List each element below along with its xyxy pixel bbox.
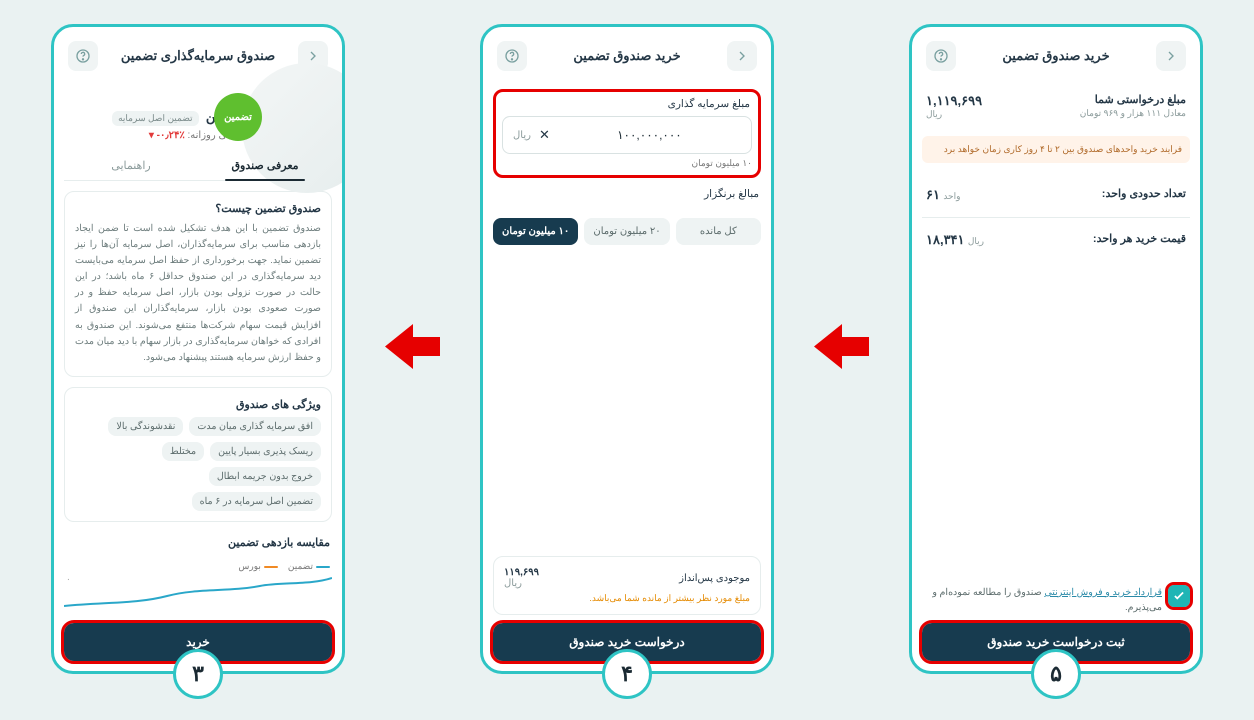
agreement-row: قرارداد خرید و فروش اینترنتی صندوق را مط…	[922, 585, 1190, 615]
step-badge-5: ۵	[1031, 649, 1081, 699]
legend-label: بورس	[238, 561, 261, 572]
approx-units-row: تعداد حدودی واحد: ۶۱ واحد	[922, 177, 1190, 213]
back-icon[interactable]	[727, 41, 757, 71]
step-badge-4: ۴	[602, 649, 652, 699]
preferred-amounts-label: مبالغ برنگزار	[495, 188, 759, 200]
preset-10m[interactable]: ۱۰ میلیون تومان	[493, 218, 578, 245]
agreement-checkbox[interactable]	[1168, 585, 1190, 607]
help-icon[interactable]	[497, 41, 527, 71]
fund-logo-badge: تضمین	[214, 93, 262, 141]
sparkline-icon	[64, 576, 332, 612]
fund-hero: تضمین	[64, 83, 332, 105]
requested-amount-row: مبلغ درخواستی شما معادل ۱۱۱ هزار و ۹۶۹ ت…	[922, 83, 1190, 130]
approx-units-value: ۶۱	[926, 187, 940, 202]
what-is-title: صندوق تضمین چیست؟	[75, 202, 321, 215]
legend-swatch	[316, 566, 330, 568]
legend-item-b: بورس	[238, 561, 278, 572]
requested-amount-value: ۱,۱۱۹,۶۹۹	[926, 93, 982, 108]
balance-card: موجودی پس‌انداز ۱۱۹,۶۹۹ ریال مبلغ مورد ن…	[493, 556, 761, 615]
agreement-text: قرارداد خرید و فروش اینترنتی صندوق را مط…	[922, 585, 1162, 615]
tab-guide[interactable]: راهنمایی	[64, 151, 198, 180]
balance-unit: ریال	[504, 578, 539, 589]
caret-down-icon: ▾	[149, 130, 154, 141]
preset-amounts: ۱۰ میلیون تومان ۲۰ میلیون تومان کل مانده	[493, 218, 761, 245]
unit-price-label: قیمت خرید هر واحد:	[1093, 233, 1186, 245]
what-is-card: صندوق تضمین چیست؟ صندوق تضمین با این هدف…	[64, 191, 332, 377]
screen-3: صندوق سرمایه‌گذاری تضمین تضمین صندوق تضم…	[51, 24, 345, 674]
agreement-link[interactable]: قرارداد خرید و فروش اینترنتی	[1044, 587, 1162, 598]
amount-section-highlight: مبلغ سرمایه گذاری ریال ✕ ۱۰۰,۰۰۰,۰۰۰ ۱۰ …	[493, 89, 761, 178]
chart-legend: تضمین بورس	[66, 561, 330, 572]
balance-warning: مبلغ مورد نظر بیشتر از مانده شما می‌باشد…	[504, 593, 750, 604]
balance-label: موجودی پس‌انداز	[679, 573, 750, 584]
preset-all[interactable]: کل مانده	[676, 218, 761, 245]
features-title: ویژگی های صندوق	[75, 398, 321, 411]
step-badge-3: ۳	[173, 649, 223, 699]
balance-value: ۱۱۹,۶۹۹	[504, 567, 539, 578]
approx-units-label: تعداد حدودی واحد:	[1102, 188, 1186, 200]
what-is-body: صندوق تضمین با این هدف تشکیل شده است تا …	[75, 221, 321, 366]
legend-swatch	[264, 566, 278, 568]
arrow-left-icon	[814, 324, 869, 369]
feature-chip: نقدشوندگی بالا	[108, 417, 183, 436]
requested-amount-sub: معادل ۱۱۱ هزار و ۹۶۹ تومان	[1080, 108, 1186, 119]
features-chips: افق سرمایه گذاری میان مدت نقدشوندگی بالا…	[75, 417, 321, 511]
y-axis-zero: ۰	[66, 574, 71, 585]
page-title: خرید صندوق تضمین	[527, 48, 727, 64]
amount-label: مبلغ سرمایه گذاری	[504, 98, 750, 110]
legend-label: تضمین	[288, 561, 313, 572]
unit-price-unit: ریال	[968, 236, 984, 246]
feature-chip: مختلط	[162, 442, 204, 461]
approx-units-unit: واحد	[943, 191, 960, 201]
amount-unit: ریال	[513, 130, 531, 141]
tabs: معرفی صندوق راهنمایی	[64, 151, 332, 181]
processing-notice: فرایند خرید واحدهای صندوق بین ۲ تا ۴ روز…	[922, 136, 1190, 163]
arrow-left-icon	[385, 324, 440, 369]
tab-intro[interactable]: معرفی صندوق	[198, 151, 332, 180]
help-icon[interactable]	[68, 41, 98, 71]
header: خرید صندوق تضمین	[493, 37, 761, 83]
screen-4: خرید صندوق تضمین مبلغ سرمایه گذاری ریال …	[480, 24, 774, 674]
help-icon[interactable]	[926, 41, 956, 71]
unit-price-row: قیمت خرید هر واحد: ۱۸,۳۴۱ ریال	[922, 222, 1190, 258]
unit-price-value: ۱۸,۳۴۱	[926, 232, 965, 247]
feature-chip: خروج بدون جریمه ابطال	[209, 467, 321, 486]
divider	[922, 217, 1190, 218]
amount-input[interactable]: ریال ✕ ۱۰۰,۰۰۰,۰۰۰	[502, 116, 752, 154]
legend-item-a: تضمین	[288, 561, 330, 572]
amount-value: ۱۰۰,۰۰۰,۰۰۰	[558, 128, 741, 142]
screen-5: خرید صندوق تضمین مبلغ درخواستی شما معادل…	[909, 24, 1203, 674]
page-title: صندوق سرمایه‌گذاری تضمین	[98, 48, 298, 64]
amount-hint: ۱۰ میلیون تومان	[502, 158, 752, 169]
back-icon[interactable]	[1156, 41, 1186, 71]
daily-return-value: ٪۰٫۲۴-	[157, 130, 185, 141]
requested-amount-label: مبلغ درخواستی شما	[1095, 94, 1186, 106]
feature-chip: تضمین اصل سرمایه در ۶ ماه	[192, 492, 321, 511]
clear-icon[interactable]: ✕	[539, 127, 550, 143]
feature-chip: ریسک پذیری بسیار پایین	[210, 442, 321, 461]
compare-chart: ۰	[64, 576, 332, 615]
page-title: خرید صندوق تضمین	[956, 48, 1156, 64]
requested-amount-unit: ریال	[926, 109, 982, 120]
compare-title: مقایسه بازدهی تضمین	[66, 536, 330, 549]
header: خرید صندوق تضمین	[922, 37, 1190, 83]
preset-20m[interactable]: ۲۰ میلیون تومان	[584, 218, 669, 245]
features-card: ویژگی های صندوق افق سرمایه گذاری میان مد…	[64, 387, 332, 522]
feature-chip: افق سرمایه گذاری میان مدت	[189, 417, 321, 436]
fund-type-chip: تضمین اصل سرمایه	[112, 111, 198, 126]
